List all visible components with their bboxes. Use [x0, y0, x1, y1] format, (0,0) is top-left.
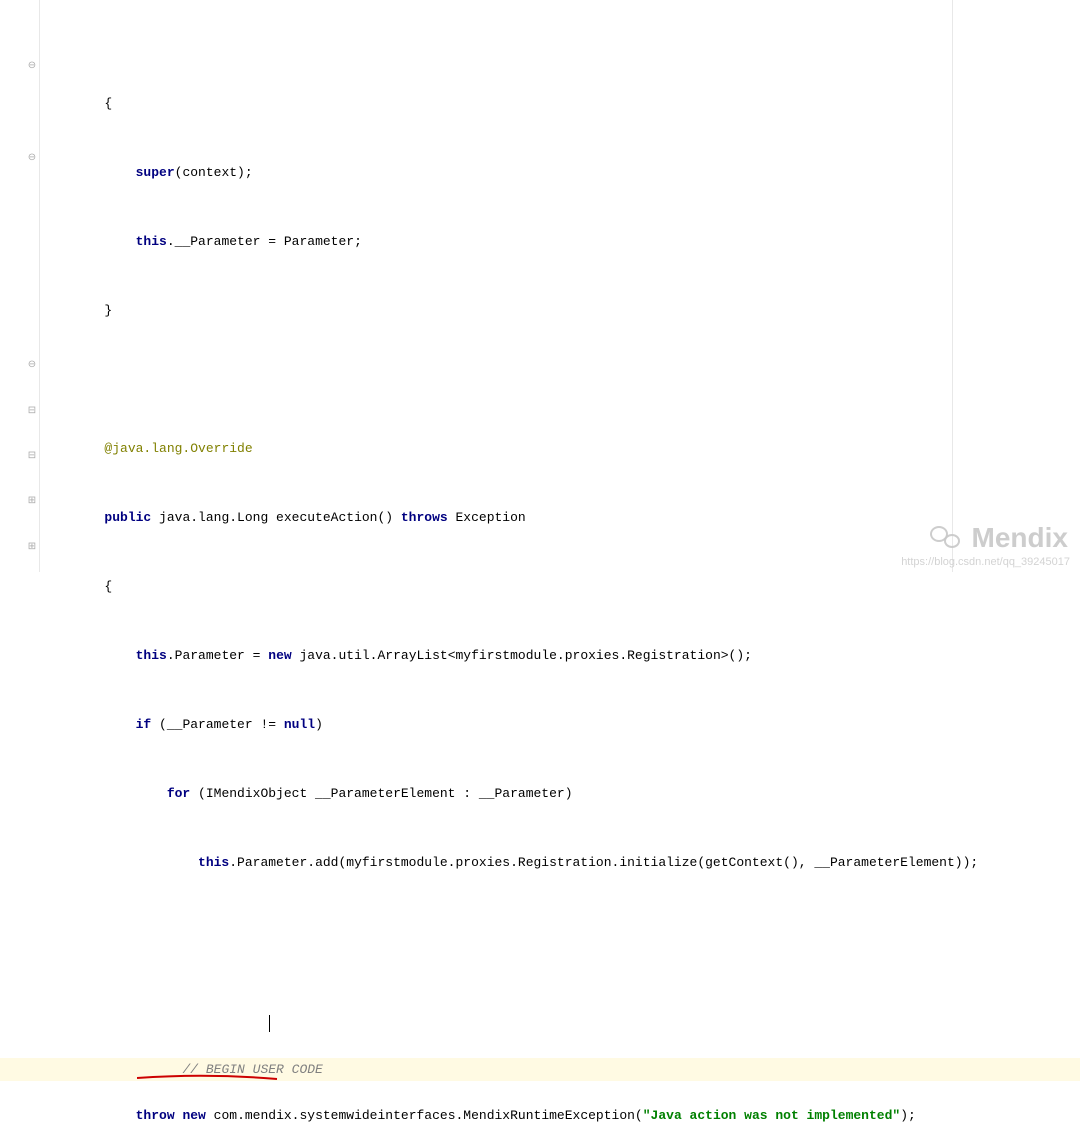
code-line: for (IMendixObject __ParameterElement : …	[42, 786, 573, 801]
code-line: public java.lang.Long executeAction() th…	[42, 510, 526, 525]
fold-icon[interactable]: ⊖	[27, 62, 37, 72]
code-line: this.__Parameter = Parameter;	[42, 234, 362, 249]
watermark: Mendix	[930, 522, 1068, 554]
fold-icon[interactable]: ⊖	[27, 361, 37, 371]
code-line: if (__Parameter != null)	[42, 717, 323, 732]
code-line: super(context);	[42, 165, 253, 180]
code-line: this.Parameter = new java.util.ArrayList…	[42, 648, 752, 663]
wechat-icon	[930, 524, 966, 552]
fold-icon[interactable]: ⊟	[27, 452, 37, 462]
watermark-text: Mendix	[972, 522, 1068, 554]
code-line: {	[42, 579, 112, 594]
fold-icon[interactable]: ⊟	[27, 407, 37, 417]
annotation-underline	[137, 1028, 282, 1034]
code-line: @java.lang.Override	[42, 441, 253, 456]
gutter: ⊖ ⊖ ⊖ ⊟ ⊟ ⊞ ⊞	[0, 0, 40, 572]
code-line: }	[42, 303, 112, 318]
fold-icon[interactable]: ⊞	[27, 543, 37, 553]
code-line: throw new com.mendix.systemwideinterface…	[42, 1108, 916, 1123]
code-line: // BEGIN USER CODE	[89, 1062, 323, 1077]
fold-icon[interactable]: ⊞	[27, 497, 37, 507]
code-area[interactable]: { super(context); this.__Parameter = Par…	[40, 0, 1080, 572]
fold-icon[interactable]: ⊖	[27, 154, 37, 164]
code-editor: ⊖ ⊖ ⊖ ⊟ ⊟ ⊞ ⊞ { super(context); this.__P…	[0, 0, 1080, 572]
text-caret	[269, 1015, 270, 1032]
watermark-url: https://blog.csdn.net/qq_39245017	[901, 556, 1070, 568]
margin-guide	[952, 0, 953, 572]
code-line: {	[42, 96, 112, 111]
code-line: this.Parameter.add(myfirstmodule.proxies…	[42, 855, 978, 870]
